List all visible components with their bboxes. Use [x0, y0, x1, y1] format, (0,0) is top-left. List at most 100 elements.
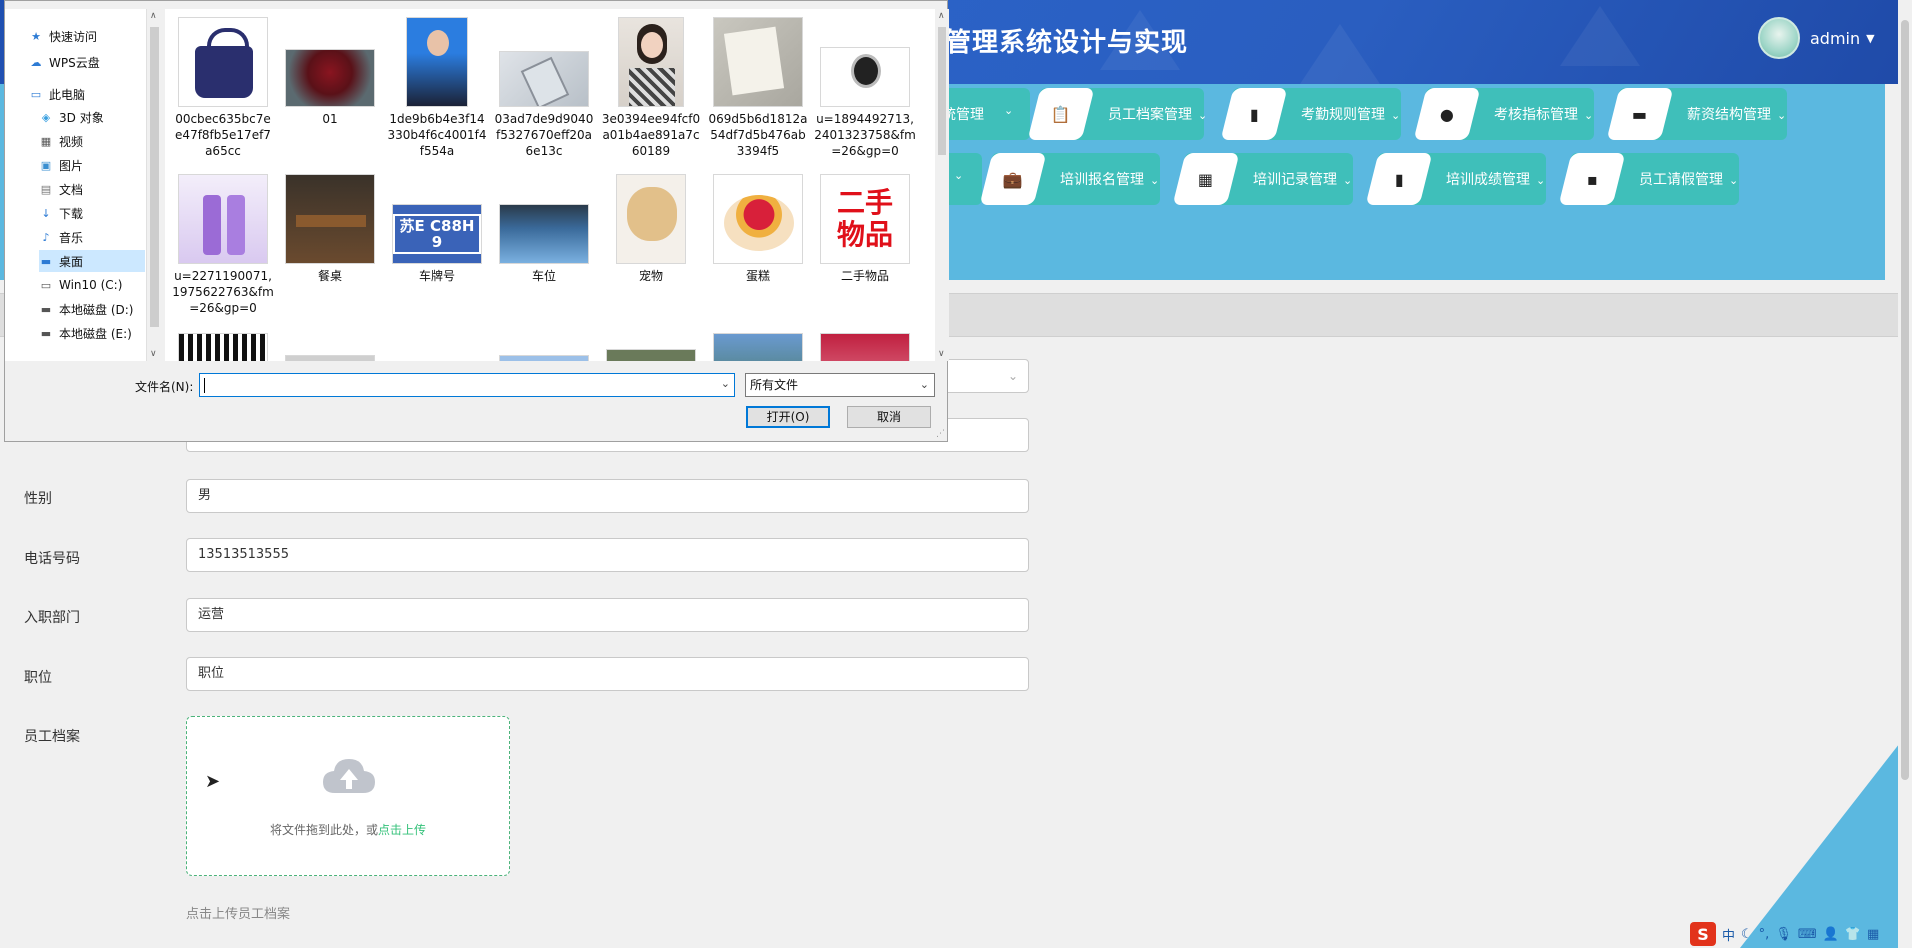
upload-hint: 将文件拖到此处，或点击上传 [269, 823, 427, 837]
file-open-dialog: ★ 快速访问 ☁ WPS云盘 ▭ 此电脑 ◈ 3D 对象 ▦ 视频 ▣ 图片 ▤ 文档 ↓ 下载… [4, 0, 949, 442]
nav-item-employee-archive[interactable]: 📋 员工档案管理 ⌄ [1027, 88, 1207, 140]
badge: ● [1413, 88, 1481, 140]
position-label: 职位 [24, 670, 52, 686]
file-item[interactable]: 宠物 [600, 166, 702, 284]
position-input[interactable]: 职位 [186, 657, 1029, 691]
nav-item-attendance-rules[interactable]: ▮ 考勤规则管理 ⌄ [1220, 88, 1401, 140]
app-title: 管理系统设计与实现 [945, 28, 1189, 58]
grid-icon[interactable]: ▦ [1867, 927, 1879, 942]
ime-mode[interactable]: 中 [1722, 925, 1735, 944]
scroll-up-icon[interactable]: ∧ [150, 11, 157, 21]
header-decoration [1560, 6, 1640, 66]
punctuation-icon[interactable]: °, [1759, 927, 1770, 942]
nav-item-training-records[interactable]: ▦ 培训记录管理 ⌄ [1172, 153, 1353, 205]
drive-icon: ▬ [40, 326, 52, 340]
file-thumbnail [606, 349, 696, 361]
upload-link[interactable]: 点击上传 [378, 823, 426, 837]
file-item[interactable] [493, 325, 595, 361]
phone-input[interactable]: 13513513555 [186, 538, 1029, 572]
file-item[interactable]: 餐桌 [279, 166, 381, 284]
file-item[interactable]: u=2271190071,1975622763&fm=26&gp=0 [172, 166, 274, 316]
file-item[interactable]: 03ad7de9d9040f5327670eff20a6e13c [493, 9, 595, 159]
file-thumbnail [285, 49, 375, 107]
music-icon: ♪ [42, 230, 50, 244]
user-name: admin [1810, 28, 1861, 48]
badge: ▮ [1220, 88, 1288, 140]
picture-icon: ▣ [40, 158, 52, 172]
page-scrollbar[interactable] [1898, 0, 1912, 948]
file-item[interactable]: 069d5b6d1812a54df7d5b476ab3394f5 [707, 9, 809, 159]
dept-input[interactable]: 运营 [186, 598, 1029, 632]
secondhand-text: 二手物品 [836, 186, 893, 251]
file-item[interactable]: 二手物品 二手物品 [814, 166, 916, 284]
file-thumbnail [499, 355, 589, 361]
file-item[interactable] [600, 325, 702, 361]
scrollbar-thumb[interactable] [938, 27, 946, 155]
chevron-down-icon: ⌄ [1536, 174, 1546, 187]
file-item[interactable] [172, 325, 274, 361]
nav-item-training-scores[interactable]: ▮ 培训成绩管理 ⌄ [1365, 153, 1546, 205]
badge: ▮ [1365, 153, 1433, 205]
keyboard-icon[interactable]: ⌨ [1798, 927, 1817, 942]
nav-item-label: 培训报名管理 ⌄ [1060, 172, 1160, 188]
file-thumbnail [285, 355, 375, 361]
resize-grip-icon[interactable]: ⋰ [936, 429, 945, 439]
nav-item-assessment[interactable]: ● 考核指标管理 ⌄ [1413, 88, 1594, 140]
file-item[interactable] [814, 325, 916, 361]
file-item[interactable]: 车位 [493, 166, 595, 284]
file-thumbnail [713, 17, 803, 107]
bulb-icon: ● [1440, 104, 1454, 124]
download-icon: ↓ [41, 206, 51, 220]
nav-desktop[interactable]: ▬ 桌面 [39, 250, 145, 272]
file-list-scrollbar[interactable]: ∧ ∨ [935, 9, 949, 361]
book-icon: ▮ [1249, 104, 1259, 124]
nav-item-training-signup[interactable]: 💼 培训报名管理 ⌄ [979, 153, 1160, 205]
nav-pane-scrollbar[interactable]: ∧ ∨ [146, 9, 162, 361]
scroll-up-icon[interactable]: ∧ [938, 11, 945, 21]
user-menu[interactable]: admin ▼ [1758, 17, 1875, 59]
filetype-select[interactable]: 所有文件 ⌄ [745, 373, 935, 397]
file-item[interactable]: 1de9b6b4e3f14330b4f6c4001f4f554a [386, 9, 488, 159]
scroll-down-icon[interactable]: ∨ [938, 349, 945, 359]
file-item[interactable] [279, 325, 381, 361]
scrollbar-thumb[interactable] [1901, 20, 1909, 780]
gender-input[interactable]: 男 [186, 479, 1029, 513]
sogou-ime-icon[interactable]: S [1690, 922, 1716, 946]
file-thumbnail [178, 174, 268, 264]
scroll-down-icon[interactable]: ∨ [150, 349, 157, 359]
mouse-cursor-icon: ➤ [205, 771, 221, 792]
system-tray: S 中 ☾ °, 🎙 ⌨ 👤 👕 ▦ [1690, 920, 1879, 948]
shirt-icon[interactable]: 👕 [1845, 927, 1861, 942]
monitor-icon: ▬ [1632, 104, 1648, 124]
nav-item-label: 员工请假管理 ⌄ [1639, 172, 1739, 188]
file-thumbnail [820, 333, 910, 361]
file-item[interactable]: 3e0394ee94fcf0a01b4ae891a7c60189 [600, 9, 702, 159]
file-item[interactable]: 00cbec635bc7ee47f8fb5e17ef7a65cc [172, 9, 274, 159]
file-item[interactable] [707, 325, 809, 361]
file-item[interactable]: 01 [279, 9, 381, 127]
nav-item-leave[interactable]: ▪ 员工请假管理 ⌄ [1558, 153, 1739, 205]
bar-chart-icon: ▮ [1394, 169, 1404, 189]
nav-item-system[interactable]: 统管理 ⌄ [940, 88, 1030, 140]
file-item[interactable]: 苏E C88H9 车牌号 [386, 166, 488, 284]
open-button[interactable]: 打开(O) [746, 406, 830, 428]
nav-item-label: 考核指标管理 ⌄ [1494, 107, 1594, 123]
scrollbar-thumb[interactable] [150, 27, 159, 327]
moon-icon[interactable]: ☾ [1741, 927, 1753, 942]
cancel-button[interactable]: 取消 [847, 406, 931, 428]
chevron-down-icon: ⌄ [919, 378, 929, 391]
header-decoration [1300, 24, 1380, 84]
chevron-down-icon[interactable]: ⌄ [721, 377, 730, 390]
badge: 📋 [1027, 88, 1095, 140]
mic-icon[interactable]: 🎙 [1775, 927, 1792, 942]
file-item[interactable]: u=1894492713,2401323758&fm=26&gp=0 [814, 9, 916, 159]
chevron-down-icon: ⌄ [1584, 109, 1594, 122]
nav-item-label: 薪资结构管理 ⌄ [1687, 107, 1787, 123]
dept-label: 入职部门 [24, 610, 80, 626]
upload-dropzone[interactable]: 将文件拖到此处，或点击上传 [186, 716, 510, 876]
file-item[interactable]: 蛋糕 [707, 166, 809, 284]
drive-icon: ▬ [40, 302, 52, 316]
filename-input[interactable]: ⌄ [199, 373, 735, 397]
user-icon[interactable]: 👤 [1823, 927, 1839, 942]
nav-item-salary[interactable]: ▬ 薪资结构管理 ⌄ [1606, 88, 1787, 140]
